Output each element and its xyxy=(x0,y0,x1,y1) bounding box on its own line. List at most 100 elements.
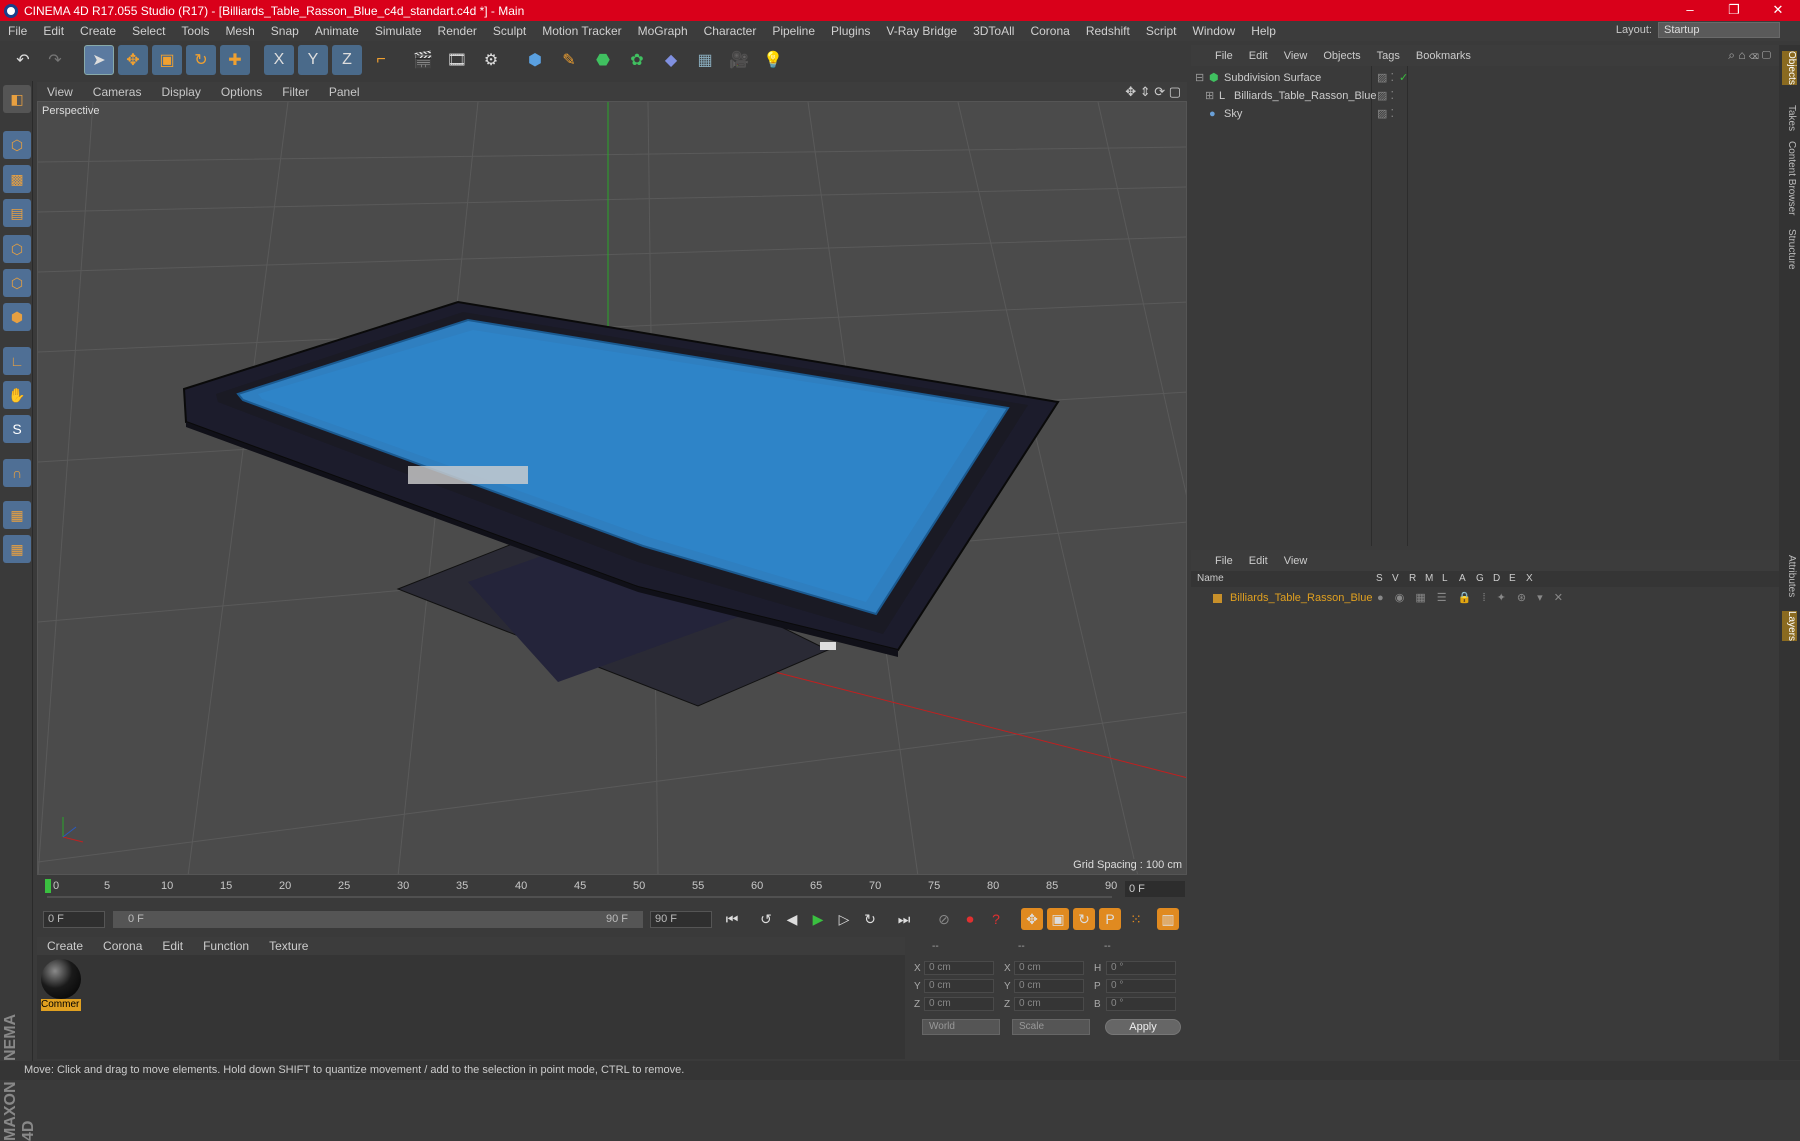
visibility-dots-icon[interactable]: ▨ ⁚ xyxy=(1377,87,1394,105)
tab-content-browser[interactable]: Content Browser xyxy=(1782,141,1797,215)
coordinate-space-dropdown[interactable]: World xyxy=(922,1019,1000,1035)
menu-simulate[interactable]: Simulate xyxy=(367,24,430,38)
material-thumbnail[interactable]: Commer xyxy=(41,959,81,1011)
tweak-icon[interactable]: ✋ xyxy=(3,381,31,409)
menu-edit[interactable]: Edit xyxy=(35,24,72,38)
layer-row[interactable]: Billiards_Table_Rasson_Blue ● ◉ ▦ ☰ 🔒 ⁞ … xyxy=(1191,589,1779,607)
object-menu-objects[interactable]: Objects xyxy=(1315,50,1368,62)
deformer-icon[interactable]: ◆ xyxy=(656,45,686,75)
position-z-field[interactable]: 0 cm xyxy=(924,997,994,1011)
layer-menu-edit[interactable]: Edit xyxy=(1241,555,1276,567)
object-row[interactable]: ⊟ ⬢ Subdivision Surface ▨ ⁚ ✓ xyxy=(1191,69,1779,87)
viewport-menu-filter[interactable]: Filter xyxy=(272,85,319,99)
model-mode-icon[interactable]: ⬡ xyxy=(3,131,31,159)
visibility-dots-icon[interactable]: ▨ ⁚ xyxy=(1377,105,1394,123)
light-icon[interactable]: 💡 xyxy=(758,45,788,75)
coordinate-system-icon[interactable]: ⌐ xyxy=(366,45,396,75)
layer-menu-file[interactable]: File xyxy=(1207,555,1241,567)
layer-menu-view[interactable]: View xyxy=(1276,555,1316,567)
layer-color-swatch[interactable] xyxy=(1213,594,1222,603)
render-view-icon[interactable]: 🎬 xyxy=(408,45,438,75)
viewport-menu-panel[interactable]: Panel xyxy=(319,85,370,99)
size-z-field[interactable]: 0 cm xyxy=(1014,997,1084,1011)
key-move-icon[interactable]: ✥ xyxy=(1021,908,1043,930)
magnet-icon[interactable]: ∩ xyxy=(3,459,31,487)
menu-redshift[interactable]: Redshift xyxy=(1078,24,1138,38)
help-record-icon[interactable]: ? xyxy=(985,908,1007,930)
redo-icon[interactable]: ↷ xyxy=(40,45,70,75)
layer-toggle-icons[interactable]: ● ◉ ▦ ☰ 🔒 ⁞ ✦ ⊛ ▾ ✕ xyxy=(1377,589,1567,607)
menu-tools[interactable]: Tools xyxy=(173,24,217,38)
size-x-field[interactable]: 0 cm xyxy=(1014,961,1084,975)
position-y-field[interactable]: 0 cm xyxy=(924,979,994,993)
goto-start-icon[interactable]: ⏮ xyxy=(721,908,743,930)
material-menu-edit[interactable]: Edit xyxy=(152,939,193,953)
tab-attributes[interactable]: Attributes xyxy=(1782,555,1797,597)
menu-animate[interactable]: Animate xyxy=(307,24,367,38)
goto-end-icon[interactable]: ⏭ xyxy=(893,908,915,930)
menu-3dtoall[interactable]: 3DToAll xyxy=(965,24,1022,38)
cube-icon[interactable]: ⬢ xyxy=(520,45,550,75)
record-icon[interactable]: ⏺ xyxy=(959,908,981,930)
play-icon[interactable]: ▶ xyxy=(807,908,829,930)
menu-select[interactable]: Select xyxy=(124,24,173,38)
rotation-b-field[interactable]: 0 ° xyxy=(1106,997,1176,1011)
material-menu-function[interactable]: Function xyxy=(193,939,259,953)
minimize-button[interactable]: – xyxy=(1668,0,1712,21)
next-frame-icon[interactable]: ▷ xyxy=(833,908,855,930)
render-settings-icon[interactable]: ⚙ xyxy=(476,45,506,75)
menu-pipeline[interactable]: Pipeline xyxy=(764,24,823,38)
key-points-icon[interactable]: ⁙ xyxy=(1125,908,1147,930)
prev-frame-icon[interactable]: ◀ xyxy=(781,908,803,930)
object-menu-file[interactable]: File xyxy=(1207,50,1241,62)
workplane-icon[interactable]: ▤ xyxy=(3,199,31,227)
prev-key-icon[interactable]: ↺ xyxy=(755,908,777,930)
axis-z-icon[interactable]: Z xyxy=(332,45,362,75)
axis-y-icon[interactable]: Y xyxy=(298,45,328,75)
select-arrow-icon[interactable]: ➤ xyxy=(84,45,114,75)
snap-icon[interactable]: S xyxy=(3,415,31,443)
rotation-p-field[interactable]: 0 ° xyxy=(1106,979,1176,993)
camera-icon[interactable]: 🎥 xyxy=(724,45,754,75)
tab-objects[interactable]: Objects xyxy=(1782,51,1797,85)
tab-takes[interactable]: Takes xyxy=(1782,105,1797,131)
object-row[interactable]: ● Sky ▨ ⁚ xyxy=(1191,105,1779,123)
move-plus-icon[interactable]: ✚ xyxy=(220,45,250,75)
timeline-window-icon[interactable]: ▥ xyxy=(1157,908,1179,930)
grid-snap-icon[interactable]: ▦ xyxy=(3,535,31,563)
make-editable-icon[interactable]: ◧ xyxy=(3,85,31,113)
autokey-off-icon[interactable]: ⊘ xyxy=(933,908,955,930)
menu-create[interactable]: Create xyxy=(72,24,124,38)
render-picture-viewer-icon[interactable]: 🎞 xyxy=(442,45,472,75)
menu-motion-tracker[interactable]: Motion Tracker xyxy=(534,24,629,38)
object-menu-bookmarks[interactable]: Bookmarks xyxy=(1408,50,1479,62)
3d-viewport[interactable]: Perspective Grid Spacing : 100 cm xyxy=(37,101,1187,875)
timeline[interactable]: 0 5 10 15 20 25 30 35 40 45 50 55 60 65 … xyxy=(37,877,1187,899)
menu-render[interactable]: Render xyxy=(430,24,485,38)
key-rotate-icon[interactable]: ↻ xyxy=(1073,908,1095,930)
visibility-dots-icon[interactable]: ▨ ⁚ xyxy=(1377,69,1394,87)
points-mode-icon[interactable]: ⬡ xyxy=(3,235,31,263)
axis-mode-icon[interactable]: ∟ xyxy=(3,347,31,375)
object-menu-edit[interactable]: Edit xyxy=(1241,50,1276,62)
material-menu-texture[interactable]: Texture xyxy=(259,939,318,953)
menu-plugins[interactable]: Plugins xyxy=(823,24,878,38)
scale-icon[interactable]: ▣ xyxy=(152,45,182,75)
rotate-icon[interactable]: ↻ xyxy=(186,45,216,75)
maximize-button[interactable]: ❐ xyxy=(1712,0,1756,21)
menu-window[interactable]: Window xyxy=(1185,24,1244,38)
edges-mode-icon[interactable]: ⬡ xyxy=(3,269,31,297)
polygons-mode-icon[interactable]: ⬢ xyxy=(3,303,31,331)
current-frame-field[interactable]: 0 F xyxy=(1125,881,1185,897)
layout-dropdown[interactable]: Startup xyxy=(1658,22,1780,38)
expand-icon[interactable]: ⊞ xyxy=(1205,87,1214,105)
enabled-check-icon[interactable]: ✓ xyxy=(1399,69,1408,87)
close-button[interactable]: ✕ xyxy=(1756,0,1800,21)
menu-character[interactable]: Character xyxy=(696,24,765,38)
tab-layers[interactable]: Layers xyxy=(1782,611,1797,642)
key-scale-icon[interactable]: ▣ xyxy=(1047,908,1069,930)
viewport-menu-view[interactable]: View xyxy=(37,85,83,99)
menu-corona[interactable]: Corona xyxy=(1022,24,1077,38)
texture-mode-icon[interactable]: ▩ xyxy=(3,165,31,193)
expand-icon[interactable]: ⊟ xyxy=(1195,69,1204,87)
